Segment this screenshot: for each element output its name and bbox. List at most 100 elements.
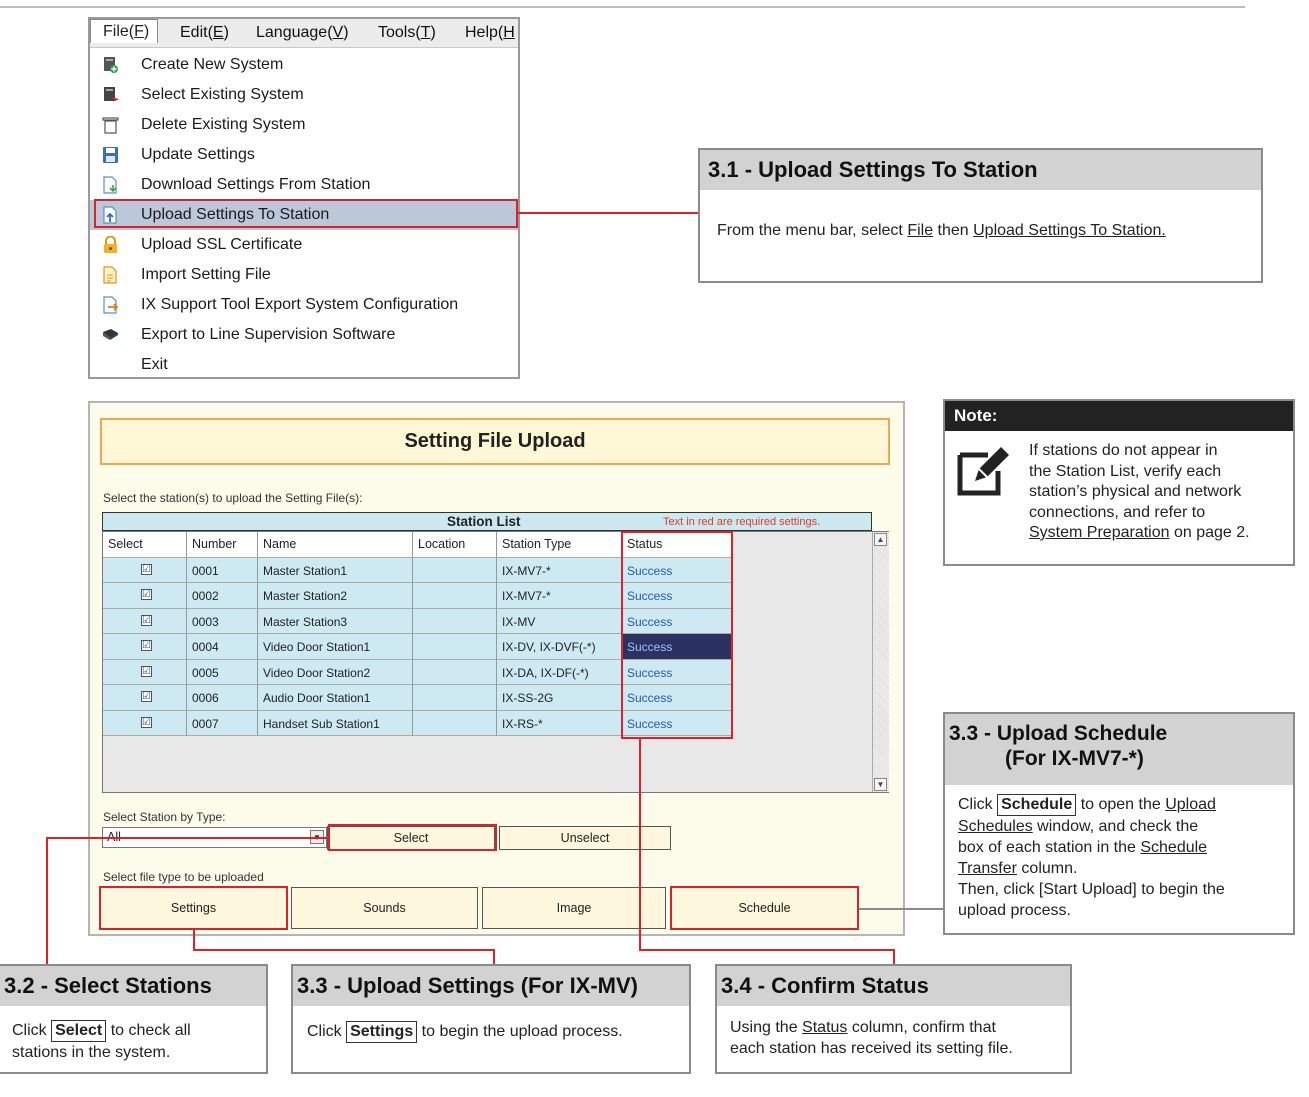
file-menu: File(F) Edit(E) Language(V) Tools(T) Hel…: [88, 17, 520, 379]
create-system-icon: [104, 57, 118, 73]
select-cell[interactable]: ☑: [103, 583, 187, 609]
menu-bar: File(F) Edit(E) Language(V) Tools(T) Hel…: [90, 19, 518, 48]
select-cell[interactable]: ☑: [103, 685, 187, 711]
col-select[interactable]: Select: [103, 532, 187, 558]
name-cell: Video Door Station1: [258, 634, 413, 660]
number-cell: 0002: [187, 583, 258, 609]
select-cell[interactable]: ☑: [103, 710, 187, 736]
number-cell: 0004: [187, 634, 258, 660]
menu-edit[interactable]: Edit(E): [180, 24, 229, 42]
select-cell[interactable]: ☑: [103, 557, 187, 583]
name-cell: Video Door Station2: [258, 659, 413, 685]
menu-item-ix-support-export[interactable]: IX Support Tool Export System Configurat…: [90, 290, 518, 320]
row-checkbox[interactable]: ☑: [141, 640, 152, 651]
select-cell[interactable]: ☑: [103, 659, 187, 685]
pencil-note-icon: [957, 447, 1009, 496]
callout-upload-settings-ixmv: 3.3 - Upload Settings (For IX-MV) Click …: [291, 964, 691, 1074]
select-cell[interactable]: ☑: [103, 608, 187, 634]
menu-item-update-settings[interactable]: Update Settings: [90, 140, 518, 170]
export-icon: [103, 296, 119, 314]
callout-31-title: 3.1 - Upload Settings To Station: [700, 150, 1261, 190]
station-list-header: Station List Text in red are required se…: [102, 512, 872, 531]
station-type-cell: IX-DA, IX-DF(-*): [497, 659, 622, 685]
menu-item-export-line-supervision[interactable]: Export to Line Supervision Software: [90, 320, 518, 350]
status-column-highlight: [621, 531, 733, 739]
callout-upload-schedule: 3.3 - Upload Schedule (For IX-MV7-*) Cli…: [943, 712, 1295, 935]
top-divider: [0, 6, 1245, 8]
row-checkbox[interactable]: ☑: [141, 716, 152, 728]
name-cell: Handset Sub Station1: [258, 710, 413, 736]
station-table: Select Number Name Location Station Type…: [102, 531, 889, 793]
col-location[interactable]: Location: [413, 532, 497, 558]
row-checkbox[interactable]: ☑: [141, 563, 152, 575]
connector-32-v: [46, 837, 48, 964]
menu-language[interactable]: Language(V): [256, 24, 349, 42]
number-cell: 0003: [187, 608, 258, 634]
number-cell: 0006: [187, 685, 258, 711]
name-cell: Audio Door Station1: [258, 685, 413, 711]
menu-item-select-existing-system[interactable]: Select Existing System: [90, 80, 518, 110]
number-cell: 0005: [187, 659, 258, 685]
location-cell: [413, 608, 497, 634]
menu-item-import-setting-file[interactable]: Import Setting File: [90, 260, 518, 290]
sounds-button[interactable]: Sounds: [291, 887, 478, 929]
row-checkbox[interactable]: ☑: [141, 614, 152, 626]
location-cell: [413, 710, 497, 736]
connector-34-v2: [893, 949, 895, 964]
location-cell: [413, 634, 497, 660]
menu-item-upload-ssl[interactable]: Upload SSL Certificate: [90, 230, 518, 260]
table-scrollbar[interactable]: ▲ ▼: [872, 532, 889, 792]
connector-33-v2: [493, 949, 495, 964]
connector-34-v1: [639, 739, 641, 950]
menu-item-exit[interactable]: Exit: [90, 350, 518, 380]
connector-34-h: [639, 949, 895, 951]
col-number[interactable]: Number: [187, 532, 258, 558]
connector-32-h: [46, 837, 328, 839]
scroll-down-arrow[interactable]: ▼: [874, 778, 887, 791]
menu-item-create-new-system[interactable]: Create New System: [90, 50, 518, 80]
menu-tools[interactable]: Tools(T): [378, 24, 436, 42]
callout-31-body: From the menu bar, select File then Uplo…: [717, 222, 1166, 239]
menu-item-download-settings[interactable]: Download Settings From Station: [90, 170, 518, 200]
menu-help[interactable]: Help(H: [465, 24, 515, 42]
unselect-button[interactable]: Unselect: [499, 826, 671, 850]
trash-icon: [102, 117, 119, 134]
schedule-highlight: [670, 886, 859, 930]
row-checkbox[interactable]: ☑: [141, 665, 152, 677]
station-type-cell: IX-MV7-*: [497, 557, 622, 583]
row-checkbox[interactable]: ☑: [141, 691, 152, 702]
callout-33-body: Click Settings to begin the upload proce…: [307, 1021, 623, 1043]
col-name[interactable]: Name: [258, 532, 413, 558]
col-station-type[interactable]: Station Type: [497, 532, 622, 558]
line-supervision-icon: [103, 329, 118, 340]
connector-33-h: [193, 949, 494, 951]
menu-item-delete-existing-system[interactable]: Delete Existing System: [90, 110, 518, 140]
location-cell: [413, 659, 497, 685]
lock-icon: [104, 236, 117, 253]
connector-33-v1: [193, 929, 195, 950]
floppy-disk-icon: [103, 147, 118, 163]
callout-confirm-status: 3.4 - Confirm Status Using the Status co…: [715, 964, 1072, 1074]
station-type-cell: IX-RS-*: [497, 710, 622, 736]
required-settings-note: Text in red are required settings.: [663, 516, 821, 528]
name-cell: Master Station3: [258, 608, 413, 634]
station-type-cell: IX-SS-2G: [497, 685, 622, 711]
select-system-icon: [104, 87, 119, 101]
note-body: If stations do not appear in the Station…: [1029, 442, 1250, 541]
settings-highlight: [99, 886, 288, 930]
scroll-up-arrow[interactable]: ▲: [874, 533, 887, 546]
file-type-prompt: Select file type to be uploaded: [103, 870, 264, 884]
upload-settings-highlight: [94, 199, 518, 228]
station-type-cell: IX-MV7-*: [497, 583, 622, 609]
menu-file[interactable]: File(F): [90, 19, 158, 43]
import-file-icon: [103, 266, 117, 284]
select-by-type-label: Select Station by Type:: [103, 810, 226, 824]
select-highlight: [328, 824, 497, 851]
location-cell: [413, 583, 497, 609]
row-checkbox[interactable]: ☑: [141, 589, 152, 600]
location-cell: [413, 685, 497, 711]
connector-33s: [859, 908, 944, 910]
callout-upload-settings: 3.1 - Upload Settings To Station From th…: [698, 148, 1263, 283]
select-cell[interactable]: ☑: [103, 634, 187, 660]
note-title: Note:: [945, 401, 1293, 431]
